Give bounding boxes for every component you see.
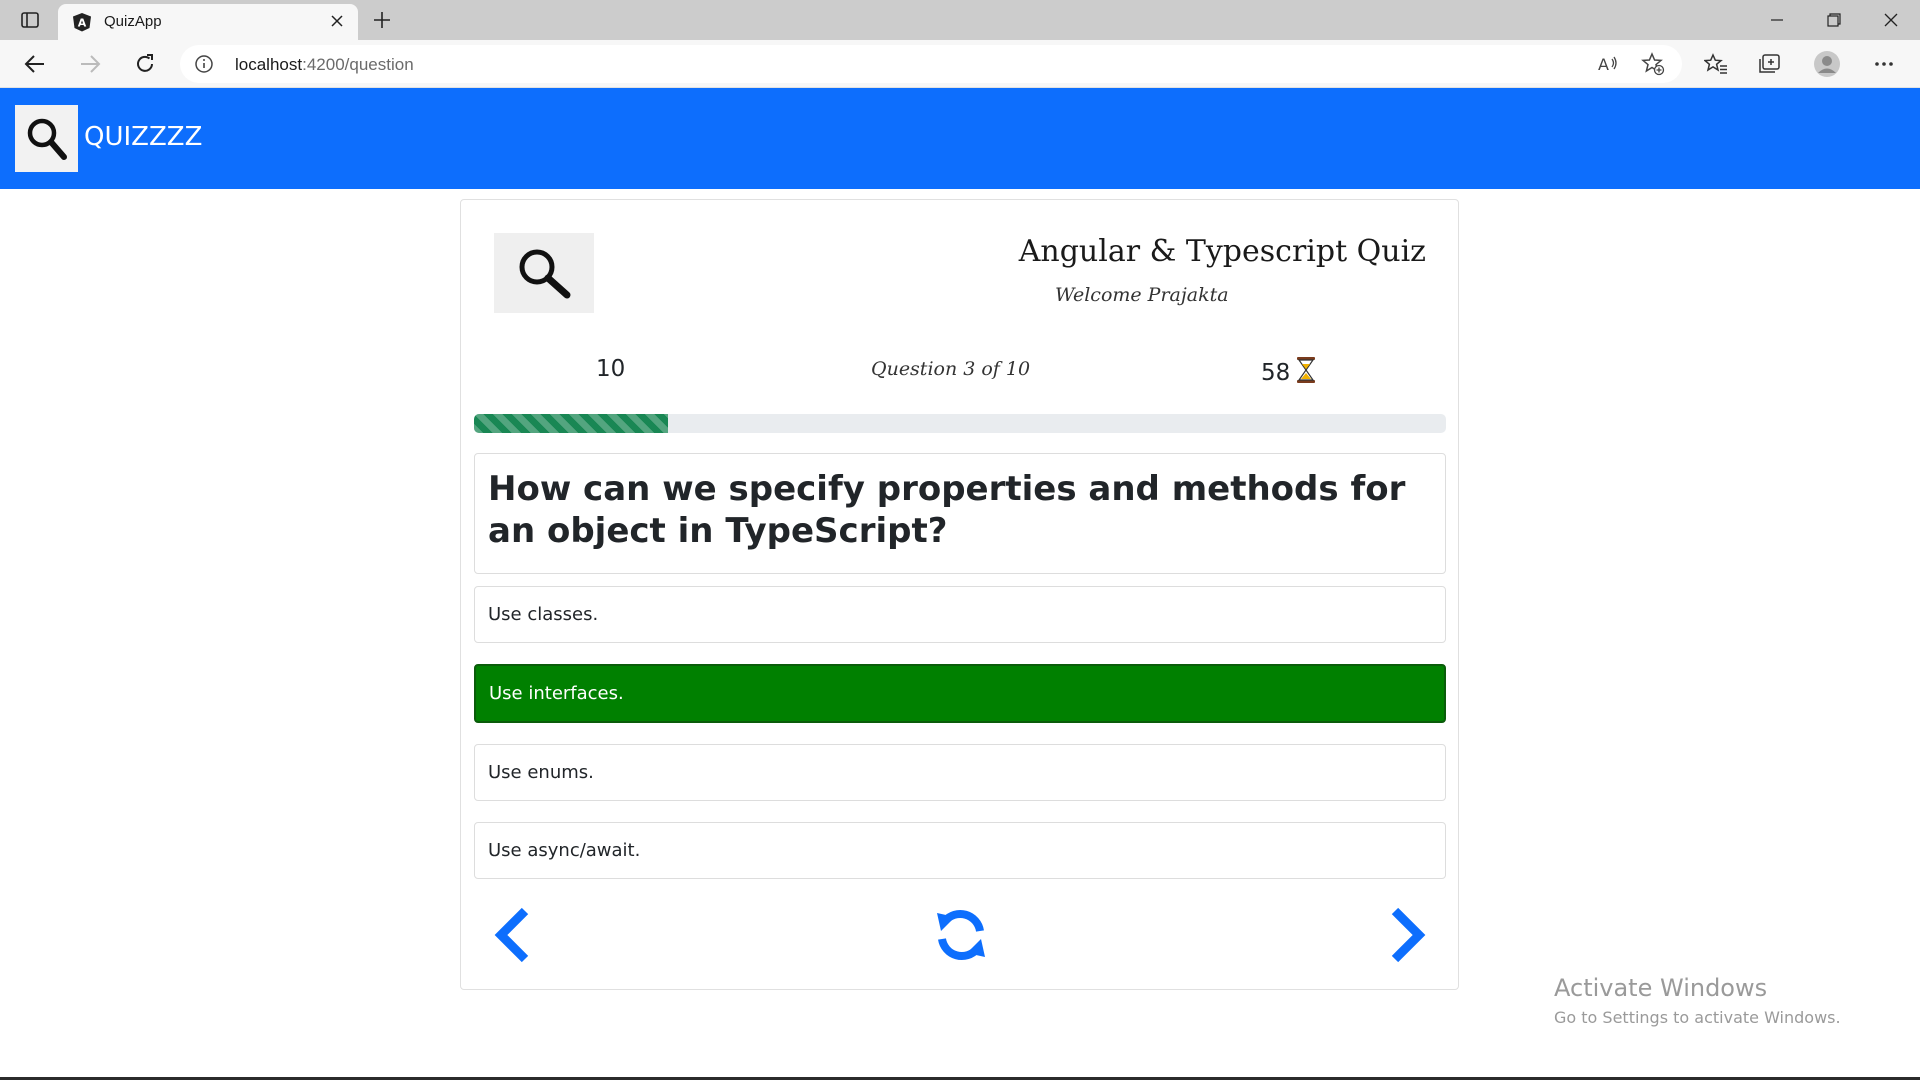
browser-toolbar: localhost:4200/question A <box>0 40 1920 88</box>
tab-close-icon[interactable] <box>326 10 348 32</box>
back-icon[interactable] <box>19 48 51 80</box>
hourglass-icon <box>1296 356 1316 390</box>
answer-option[interactable]: Use async/await. <box>474 822 1446 879</box>
svg-text:A: A <box>1598 55 1609 74</box>
close-window-icon[interactable] <box>1868 4 1914 36</box>
brand-logo-search-icon[interactable] <box>15 105 78 172</box>
question-counter: Question 3 of 10 <box>871 358 1031 380</box>
url-path: :4200/question <box>302 55 414 74</box>
browser-tab[interactable]: A QuizApp <box>58 4 358 40</box>
url-host: localhost <box>235 55 303 74</box>
restore-icon[interactable] <box>1811 4 1857 36</box>
previous-button[interactable] <box>481 903 545 967</box>
forward-icon[interactable] <box>74 48 106 80</box>
collections-icon[interactable] <box>1756 50 1784 78</box>
points-value: 10 <box>596 356 626 382</box>
chevron-right-icon <box>1391 907 1426 963</box>
tab-actions-icon[interactable] <box>14 8 46 32</box>
favorites-icon[interactable] <box>1702 50 1730 78</box>
minimize-icon[interactable] <box>1754 4 1800 36</box>
browser-tab-bar: A QuizApp <box>0 0 1920 40</box>
quiz-card: Angular & Typescript Quiz Welcome Prajak… <box>460 199 1459 990</box>
address-bar[interactable]: localhost:4200/question A <box>180 45 1682 83</box>
question-box: How can we specify properties and method… <box>474 453 1446 574</box>
timer-value: 58 <box>1261 360 1291 386</box>
svg-text:A: A <box>78 17 87 30</box>
more-options-icon[interactable] <box>1870 50 1898 78</box>
brand-name[interactable]: QUIZZZZ <box>84 122 202 152</box>
question-text: How can we specify properties and method… <box>488 469 1406 551</box>
app-navbar: QUIZZZZ <box>0 88 1920 189</box>
angular-favicon-icon: A <box>72 12 92 32</box>
chevron-left-icon <box>494 907 529 963</box>
quiz-title: Angular & Typescript Quiz <box>1018 234 1426 269</box>
profile-avatar-icon[interactable] <box>1813 50 1841 78</box>
activate-windows-title: Activate Windows <box>1554 974 1768 1002</box>
progress-bar-fill <box>474 414 669 433</box>
refresh-icon <box>937 909 985 961</box>
activate-windows-subtitle: Go to Settings to activate Windows. <box>1554 1008 1841 1027</box>
progress-bar-track <box>474 414 1446 433</box>
refresh-button[interactable] <box>929 903 993 967</box>
new-tab-icon[interactable] <box>368 6 396 34</box>
next-button[interactable] <box>1375 903 1439 967</box>
answer-option[interactable]: Use classes. <box>474 586 1446 643</box>
tab-title: QuizApp <box>104 13 162 30</box>
read-aloud-icon[interactable]: A <box>1596 52 1620 76</box>
welcome-text: Welcome Prajakta <box>1055 284 1229 306</box>
quiz-logo-search-icon <box>494 233 594 313</box>
answer-option[interactable]: Use interfaces. <box>474 664 1446 723</box>
add-favorite-icon[interactable] <box>1641 52 1665 76</box>
answer-option[interactable]: Use enums. <box>474 744 1446 801</box>
url-text: localhost:4200/question <box>235 55 414 75</box>
reload-icon[interactable] <box>129 48 161 80</box>
timer: 58 <box>1261 356 1316 390</box>
site-info-icon[interactable] <box>194 54 214 74</box>
